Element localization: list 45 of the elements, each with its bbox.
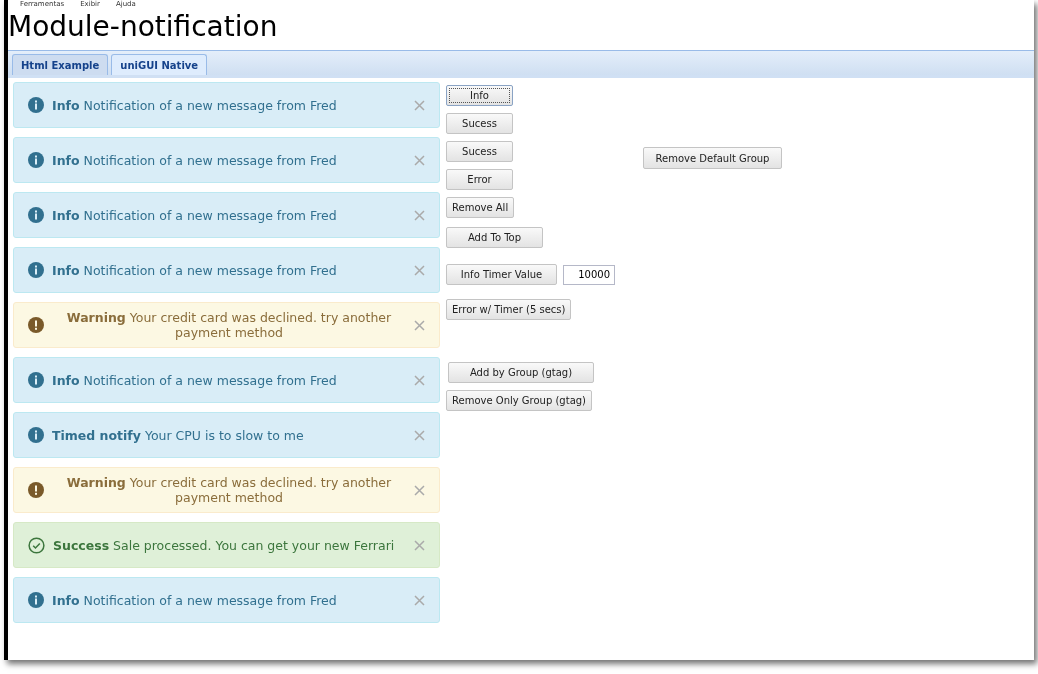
notification-text: Info Notification of a new message from Fred [52, 592, 338, 608]
close-icon[interactable] [414, 374, 425, 386]
timer-value-field[interactable]: 10000 [563, 264, 615, 285]
exclamation-circle-icon [28, 317, 44, 333]
exclamation-circle-icon [28, 482, 44, 498]
check-circle-icon [28, 536, 45, 554]
action-button[interactable]: Error w/ Timer (5 secs) [446, 299, 572, 320]
info-circle-icon [28, 372, 44, 388]
notification-text: Info Notification of a new message from Fred [52, 97, 338, 113]
action-button[interactable]: Add To Top [446, 227, 543, 248]
close-icon[interactable] [414, 319, 425, 331]
action-button[interactable]: Add by Group (gtag) [448, 362, 594, 383]
tab[interactable]: Html Example [12, 54, 109, 75]
action-button[interactable]: Sucess [446, 141, 513, 162]
close-icon[interactable] [414, 154, 425, 166]
action-button[interactable]: Sucess [446, 113, 513, 134]
notification-text: Info Notification of a new message from Fred [52, 152, 338, 168]
notification-text: Warning Your credit card was declined. try another payment method [65, 475, 393, 505]
action-button[interactable]: Error [446, 169, 513, 190]
action-button[interactable]: Remove Only Group (gtag) [446, 390, 592, 411]
close-icon[interactable] [414, 429, 425, 441]
info-circle-icon [28, 427, 44, 443]
remove-default-group-button[interactable]: Remove Default Group [643, 147, 782, 169]
close-icon[interactable] [414, 99, 425, 111]
info-circle-icon [28, 152, 44, 168]
action-button[interactable]: Info [446, 85, 513, 106]
action-button[interactable]: Remove All [446, 197, 515, 218]
notification-text: Info Notification of a new message from Fred [52, 207, 338, 223]
info-circle-icon [28, 97, 44, 113]
info-circle-icon [28, 262, 44, 278]
info-circle-icon [28, 207, 44, 223]
action-button[interactable]: Info Timer Value [446, 264, 557, 285]
notification-text: Info Notification of a new message from Fred [52, 372, 338, 388]
page-title: Module-notification [8, 10, 278, 44]
tab[interactable]: uniGUI Native [111, 54, 208, 75]
notification-text: Timed notify Your CPU is to slow to me [52, 427, 305, 443]
close-icon[interactable] [414, 539, 425, 551]
notification-text: Info Notification of a new message from Fred [52, 262, 338, 278]
notification-text: Success Sale processed. You can get your new Ferrari [53, 537, 396, 553]
close-icon[interactable] [414, 484, 425, 496]
notification-text: Warning Your credit card was declined. try another payment method [65, 310, 393, 340]
info-circle-icon [28, 592, 44, 608]
close-icon[interactable] [414, 209, 425, 221]
close-icon[interactable] [414, 264, 425, 276]
close-icon[interactable] [414, 594, 425, 606]
